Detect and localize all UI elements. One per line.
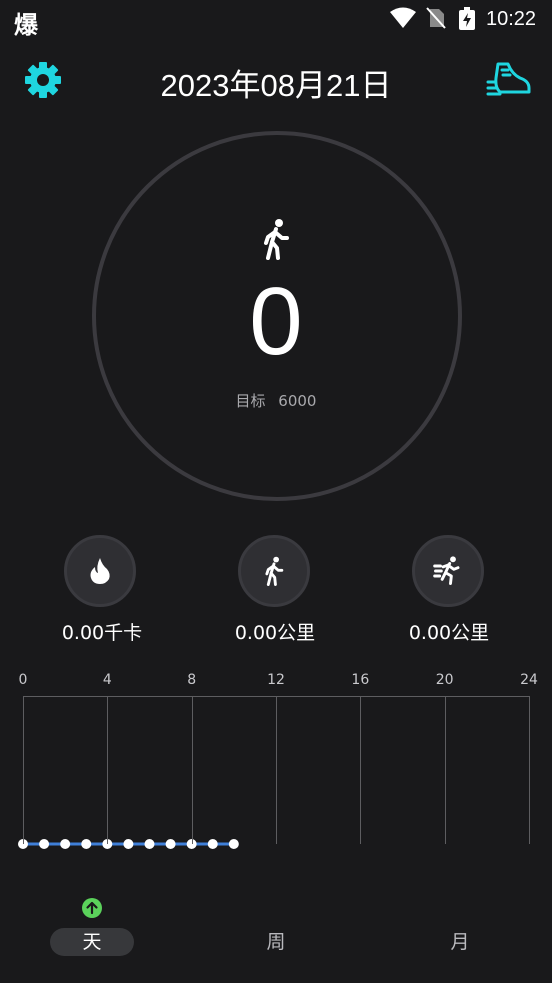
walk-icon: [265, 556, 284, 586]
page-title: 2023年08月21日: [160, 68, 392, 103]
data-point: [123, 839, 134, 849]
walk-icon: [264, 219, 289, 260]
wifi-icon: [390, 7, 416, 28]
x-tick-label: 12: [267, 672, 285, 688]
distance-run-stat: [412, 535, 484, 607]
x-gridline: [276, 696, 277, 844]
data-point: [228, 839, 239, 849]
app-notification-icon: 爆: [14, 11, 38, 39]
data-point: [207, 839, 218, 849]
arrow-up-indicator-icon: [82, 898, 102, 918]
shoe-icon[interactable]: [486, 60, 532, 100]
tab-week[interactable]: 周: [234, 928, 318, 956]
step-count: 0: [249, 268, 303, 375]
x-tick-label: 4: [102, 672, 112, 688]
x-tick-label: 16: [351, 672, 370, 688]
tab-month[interactable]: 月: [418, 928, 502, 956]
run-distance-value: 0.00公里: [408, 622, 490, 644]
x-gridline: [529, 696, 530, 844]
data-point: [165, 839, 176, 849]
x-tick-label: 24: [520, 672, 538, 688]
goal-row: 目标 6000: [0, 390, 552, 411]
flame-icon: [90, 558, 110, 584]
data-point: [81, 839, 92, 849]
x-gridline: [23, 696, 24, 844]
x-gridline: [191, 696, 193, 844]
x-tick-label: 0: [18, 672, 28, 688]
distance-walk-stat: [238, 535, 310, 607]
x-gridline: [360, 696, 362, 844]
x-gridline: [107, 696, 109, 844]
battery-charging-icon: [459, 7, 475, 30]
no-sim-icon: [426, 7, 446, 29]
goal-value: 6000: [278, 392, 317, 410]
walk-distance-value: 0.00公里: [234, 622, 316, 644]
data-point: [60, 839, 71, 849]
calories-value: 0.00千卡: [61, 622, 143, 644]
data-point: [39, 839, 50, 849]
x-tick-label: 8: [187, 672, 197, 688]
tab-day[interactable]: 天: [50, 928, 134, 956]
status-time: 10:22: [486, 8, 537, 30]
x-gridline: [444, 696, 446, 844]
data-point: [144, 839, 155, 849]
goal-label: 目标: [235, 392, 266, 410]
x-tick-label: 20: [435, 672, 454, 688]
calories-stat-button: [64, 535, 136, 607]
run-icon: [433, 556, 460, 585]
